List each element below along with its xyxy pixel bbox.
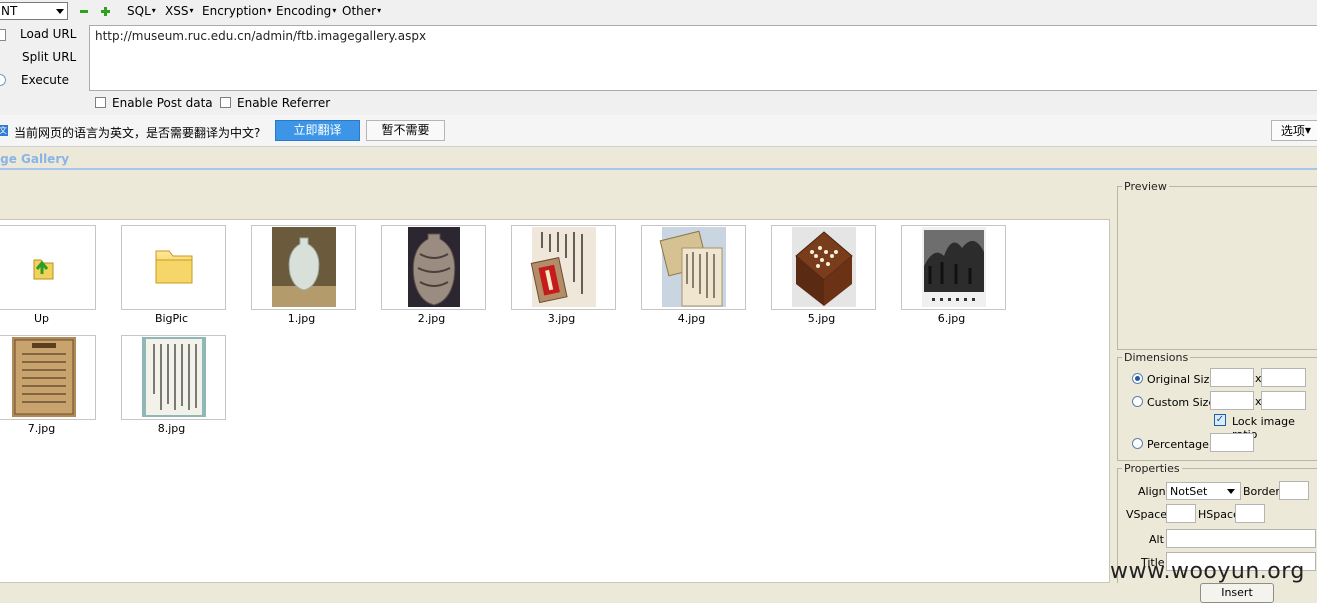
go-board-thumbnail <box>792 227 856 307</box>
menu-sql[interactable]: SQL▾ <box>127 4 156 18</box>
alt-input[interactable] <box>1166 529 1316 548</box>
percentage-label: Percentage <box>1147 438 1209 451</box>
chevron-down-icon <box>1227 489 1235 494</box>
custom-width-input[interactable] <box>1210 391 1254 410</box>
gallery-caption: 7.jpg <box>27 422 56 435</box>
gallery-item-7-jpg[interactable] <box>0 335 96 420</box>
gallery-item-1-jpg[interactable] <box>251 225 356 310</box>
original-height-input[interactable] <box>1261 368 1306 387</box>
menu-encoding[interactable]: Encoding▾ <box>276 4 336 18</box>
gallery-item-2-jpg[interactable] <box>381 225 486 310</box>
enable-post-label: Enable Post data <box>112 96 213 110</box>
menu-other[interactable]: Other▾ <box>342 4 381 18</box>
gallery-item-6-jpg[interactable] <box>901 225 1006 310</box>
folder-icon <box>155 250 193 284</box>
dimensions-legend: Dimensions <box>1124 351 1189 364</box>
gallery-caption: Up <box>33 312 50 325</box>
url-textarea[interactable]: http://museum.ruc.edu.cn/admin/ftb.image… <box>89 25 1317 91</box>
vspace-input[interactable] <box>1166 504 1196 523</box>
not-now-button[interactable]: 暂不需要 <box>366 120 445 141</box>
original-size-radio[interactable] <box>1132 373 1143 384</box>
preview-legend: Preview <box>1124 180 1167 193</box>
minus-icon[interactable] <box>80 10 88 13</box>
lock-ratio-checkbox[interactable]: ✓ <box>1214 414 1226 426</box>
gallery-item-bigpic[interactable] <box>121 225 226 310</box>
menu-encryption[interactable]: Encryption▾ <box>202 4 271 18</box>
original-size-label: Original Size <box>1147 373 1217 386</box>
align-label: Align <box>1138 485 1166 498</box>
gallery-caption: 6.jpg <box>937 312 966 325</box>
translate-icon: 文 <box>0 125 8 136</box>
translate-message: 当前网页的语言为英文，是否需要翻译为中文? <box>14 126 261 140</box>
properties-legend: Properties <box>1124 462 1180 475</box>
border-input[interactable] <box>1279 481 1309 500</box>
gallery-item-5-jpg[interactable] <box>771 225 876 310</box>
original-width-input[interactable] <box>1210 368 1254 387</box>
gallery-caption: 8.jpg <box>157 422 186 435</box>
old-document-thumbnail <box>12 337 76 417</box>
split-url-button[interactable]: Split URL <box>22 50 76 64</box>
vase-patterned-thumbnail <box>408 227 460 307</box>
load-url-icon <box>0 29 6 41</box>
custom-size-radio[interactable] <box>1132 396 1143 407</box>
percentage-input[interactable] <box>1210 433 1254 452</box>
percentage-radio[interactable] <box>1132 438 1143 449</box>
translate-now-button[interactable]: 立即翻译 <box>275 120 360 141</box>
vspace-label: VSpace <box>1126 508 1168 521</box>
chevron-down-icon <box>56 9 64 14</box>
align-select[interactable]: NotSet <box>1166 482 1241 500</box>
calligraphy-scroll-thumbnail <box>142 337 206 417</box>
bw-photo-thumbnail <box>922 227 986 307</box>
custom-height-input[interactable] <box>1261 391 1306 410</box>
border-label: Border <box>1243 485 1280 498</box>
hackbar-select-value: NT <box>1 4 18 18</box>
alt-label: Alt <box>1149 533 1164 546</box>
caret-down-icon: ▼ <box>1304 126 1312 135</box>
letters-thumbnail <box>659 227 726 307</box>
calligraphy-with-seal-thumbnail <box>530 227 596 307</box>
insert-button[interactable]: Insert <box>1200 583 1274 603</box>
custom-size-label: Custom Size <box>1147 396 1216 409</box>
align-select-value: NotSet <box>1170 485 1208 498</box>
menu-xss[interactable]: XSS▾ <box>165 4 193 18</box>
up-folder-icon <box>33 259 54 280</box>
enable-referrer-checkbox[interactable] <box>220 97 231 108</box>
preview-fieldset: Preview <box>1117 180 1317 350</box>
gallery-title-divider <box>0 168 1317 170</box>
hspace-label: HSpace <box>1198 508 1240 521</box>
hackbar-select[interactable]: NT <box>0 2 68 20</box>
hspace-input[interactable] <box>1235 504 1265 523</box>
gallery-item-3-jpg[interactable] <box>511 225 616 310</box>
load-url-button[interactable]: Load URL <box>20 27 76 41</box>
gallery-caption: 5.jpg <box>807 312 836 325</box>
gallery-caption: 3.jpg <box>547 312 576 325</box>
gallery-item-4-jpg[interactable] <box>641 225 746 310</box>
url-text: http://museum.ruc.edu.cn/admin/ftb.image… <box>95 29 427 43</box>
vase-white-thumbnail <box>272 227 336 307</box>
gallery-title: age Gallery <box>0 152 70 166</box>
options-button[interactable]: 选项▼ <box>1271 120 1317 141</box>
gallery-caption: 4.jpg <box>677 312 706 325</box>
watermark: www.wooyun.org <box>1110 559 1305 584</box>
gallery-item-up[interactable] <box>0 225 96 310</box>
bottom-strip <box>0 583 1317 601</box>
gallery-item-8-jpg[interactable] <box>121 335 226 420</box>
execute-button[interactable]: Execute <box>21 73 69 87</box>
gallery-caption: 2.jpg <box>417 312 446 325</box>
gallery-caption: 1.jpg <box>287 312 316 325</box>
plus-icon[interactable] <box>101 7 110 16</box>
enable-post-checkbox[interactable] <box>95 97 106 108</box>
enable-referrer-label: Enable Referrer <box>237 96 331 110</box>
gallery-caption: BigPic <box>154 312 189 325</box>
